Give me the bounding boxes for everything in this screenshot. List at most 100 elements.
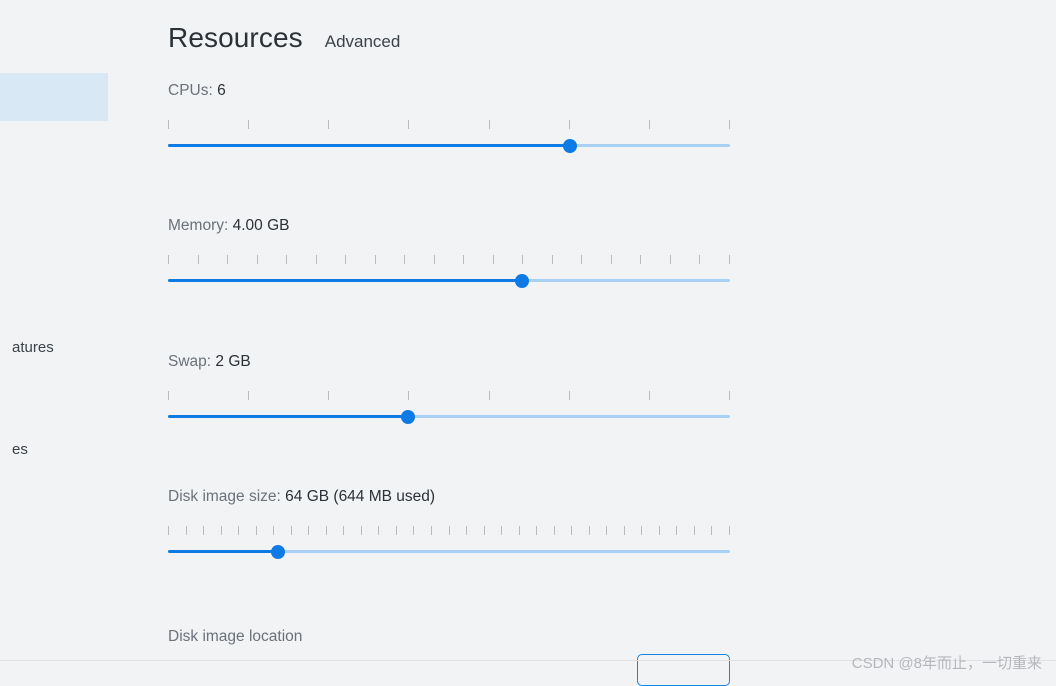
slider-row-swap: Swap: 2 GB xyxy=(168,353,730,425)
slider-cpus[interactable] xyxy=(168,120,730,154)
disk-image-location-label: Disk image location xyxy=(168,628,303,645)
tab-advanced[interactable]: Advanced xyxy=(325,32,401,52)
sidebar: atures es xyxy=(0,0,140,686)
slider-row-disk-image-size: Disk image size: 64 GB (644 MB used) xyxy=(168,488,730,560)
slider-tick xyxy=(308,526,310,535)
slider-label-disk-image-size: Disk image size: 64 GB (644 MB used) xyxy=(168,488,730,506)
sidebar-item-label: atures xyxy=(12,338,54,356)
slider-tick xyxy=(483,526,485,535)
slider-tick xyxy=(551,255,553,264)
slider-row-cpus: CPUs: 6 xyxy=(168,82,730,154)
page-header: Resources Advanced xyxy=(168,22,400,54)
slider-tick xyxy=(360,526,362,535)
slider-tick xyxy=(669,255,671,264)
slider-tick xyxy=(568,120,570,129)
slider-track-swap[interactable] xyxy=(168,415,730,418)
slider-tick xyxy=(256,255,258,264)
slider-tick xyxy=(197,255,199,264)
slider-swap[interactable] xyxy=(168,391,730,425)
slider-tick xyxy=(588,526,590,535)
disk-image-location-row: Disk image location xyxy=(168,628,730,646)
slider-tick xyxy=(220,526,222,535)
slider-label-swap: Swap: 2 GB xyxy=(168,353,730,371)
slider-tick xyxy=(488,391,490,400)
slider-label-prefix: Swap: xyxy=(168,353,216,370)
sidebar-item-features[interactable]: atures xyxy=(0,323,108,371)
browse-button[interactable] xyxy=(637,654,730,686)
slider-tick xyxy=(571,526,573,535)
slider-label-value: 2 GB xyxy=(215,353,251,370)
slider-tick xyxy=(408,120,410,129)
slider-tick xyxy=(185,526,187,535)
slider-ticks-cpus xyxy=(168,120,730,130)
slider-label-prefix: CPUs: xyxy=(168,82,218,99)
slider-tick xyxy=(466,526,468,535)
slider-tick xyxy=(693,526,695,535)
slider-track-fill-swap xyxy=(168,415,408,418)
page-title: Resources xyxy=(168,22,303,53)
slider-tick xyxy=(433,255,435,264)
sidebar-item-resources[interactable]: es xyxy=(0,425,108,473)
slider-tick xyxy=(343,526,345,535)
slider-tick xyxy=(404,255,406,264)
slider-row-memory: Memory: 4.00 GB xyxy=(168,217,730,289)
slider-tick xyxy=(648,391,650,400)
slider-tick xyxy=(255,526,257,535)
slider-track-disk-image-size[interactable] xyxy=(168,550,730,553)
slider-track-cpus[interactable] xyxy=(168,144,730,147)
slider-thumb-cpus[interactable] xyxy=(562,138,577,153)
slider-label-prefix: Memory: xyxy=(168,217,233,234)
sidebar-item-label: es xyxy=(12,440,28,458)
slider-track-memory[interactable] xyxy=(168,279,730,282)
slider-tick xyxy=(501,526,503,535)
slider-tick xyxy=(203,526,205,535)
slider-tick xyxy=(286,255,288,264)
slider-tick xyxy=(328,391,330,400)
slider-thumb-disk-image-size[interactable] xyxy=(271,544,286,559)
slider-thumb-memory[interactable] xyxy=(515,273,530,288)
slider-label-value: 6 xyxy=(217,82,226,99)
slider-tick xyxy=(568,391,570,400)
slider-tick xyxy=(273,526,275,535)
sidebar-divider xyxy=(0,660,140,661)
slider-tick xyxy=(658,526,660,535)
slider-ticks-disk-image-size xyxy=(168,526,730,536)
slider-tick xyxy=(413,526,415,535)
slider-tick xyxy=(648,120,650,129)
slider-track-fill-memory xyxy=(168,279,523,282)
slider-tick xyxy=(640,255,642,264)
slider-tick xyxy=(248,391,250,400)
slider-memory[interactable] xyxy=(168,255,730,289)
slider-tick xyxy=(463,255,465,264)
sidebar-item-selected[interactable] xyxy=(0,73,108,121)
watermark: CSDN @8年而止，一切重来 xyxy=(851,655,1042,672)
slider-tick xyxy=(448,526,450,535)
slider-track-fill-cpus xyxy=(168,144,570,147)
slider-tick xyxy=(711,526,713,535)
slider-tick xyxy=(581,255,583,264)
slider-label-cpus: CPUs: 6 xyxy=(168,82,730,100)
slider-tick xyxy=(315,255,317,264)
slider-tick xyxy=(374,255,376,264)
slider-tick xyxy=(290,526,292,535)
slider-disk-image-size[interactable] xyxy=(168,526,730,560)
slider-tick xyxy=(168,255,169,264)
slider-tick xyxy=(325,526,327,535)
slider-ticks-memory xyxy=(168,255,730,265)
slider-tick xyxy=(328,120,330,129)
slider-tick xyxy=(553,526,555,535)
slider-label-memory: Memory: 4.00 GB xyxy=(168,217,730,235)
slider-tick xyxy=(492,255,494,264)
slider-tick xyxy=(345,255,347,264)
slider-label-value: 64 GB (644 MB used) xyxy=(285,488,436,505)
slider-tick xyxy=(522,255,524,264)
slider-tick xyxy=(729,120,730,129)
slider-tick xyxy=(227,255,229,264)
slider-tick xyxy=(378,526,380,535)
slider-tick xyxy=(729,391,730,400)
slider-thumb-swap[interactable] xyxy=(400,409,415,424)
slider-tick xyxy=(699,255,701,264)
slider-tick xyxy=(623,526,625,535)
slider-label-prefix: Disk image size: xyxy=(168,488,286,505)
slider-tick xyxy=(676,526,678,535)
